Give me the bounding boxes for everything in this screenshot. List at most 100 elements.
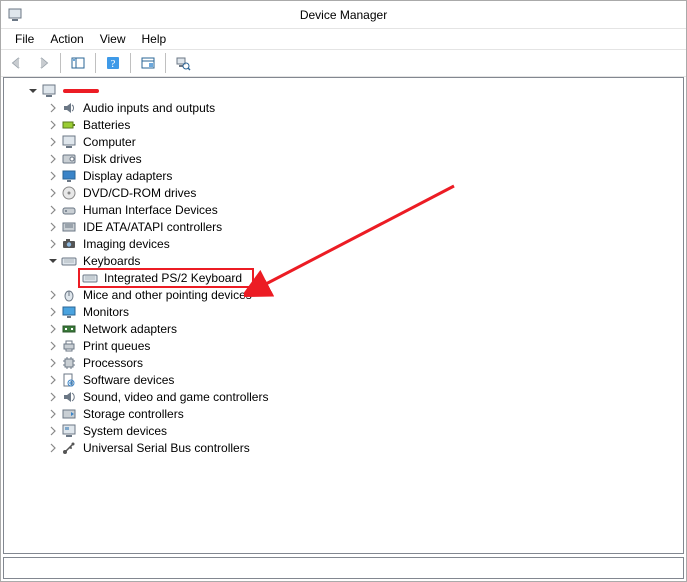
menu-view[interactable]: View [92,30,134,48]
tree-category-label: Sound, video and game controllers [81,389,270,405]
imaging-icon [61,236,77,252]
tree-category-batteries[interactable]: Batteries [8,116,683,133]
app-icon [7,7,23,23]
show-hide-console-tree-button[interactable] [66,52,90,74]
toolbar-divider [95,53,96,73]
tree-category-software[interactable]: Software devices [8,371,683,388]
monitors-icon [61,304,77,320]
tree-category-label: Computer [81,134,138,150]
tree-category-audio[interactable]: Audio inputs and outputs [8,99,683,116]
network-icon [61,321,77,337]
expand-icon[interactable] [46,220,60,234]
batteries-icon [61,117,77,133]
expand-icon[interactable] [46,390,60,404]
expand-icon[interactable] [46,339,60,353]
tree-category-label: Processors [81,355,145,371]
tree-category-hid[interactable]: Human Interface Devices [8,201,683,218]
toolbar-divider [60,53,61,73]
expand-icon[interactable] [46,407,60,421]
expand-icon[interactable] [46,118,60,132]
toolbar-divider [130,53,131,73]
tree-category-monitors[interactable]: Monitors [8,303,683,320]
dvd-icon [61,185,77,201]
tree-category-computer[interactable]: Computer [8,133,683,150]
redacted-computer-name [63,89,99,93]
keyboard-icon [82,270,98,286]
tree-category-usb[interactable]: Universal Serial Bus controllers [8,439,683,456]
tree-category-dvd[interactable]: DVD/CD-ROM drives [8,184,683,201]
tree-category-cpu[interactable]: Processors [8,354,683,371]
tree-category-imaging[interactable]: Imaging devices [8,235,683,252]
tree-category-keyboards[interactable]: Keyboards [8,252,683,269]
expand-icon[interactable] [46,356,60,370]
tree-category-label: Imaging devices [81,236,172,252]
expand-icon[interactable] [46,169,60,183]
tree-category-label: Batteries [81,117,132,133]
svg-text:?: ? [111,58,116,70]
tree-item-ps2kb[interactable]: Integrated PS/2 Keyboard [8,269,683,286]
tree-category-label: Storage controllers [81,406,186,422]
tree-category-label: DVD/CD-ROM drives [81,185,198,201]
tree-category-system[interactable]: System devices [8,422,683,439]
expand-icon[interactable] [46,203,60,217]
menubar: File Action View Help [1,29,686,49]
keyboards-icon [61,253,77,269]
tree-category-ide[interactable]: IDE ATA/ATAPI controllers [8,218,683,235]
menu-help[interactable]: Help [134,30,175,48]
help-button[interactable]: ? [101,52,125,74]
tree-category-network[interactable]: Network adapters [8,320,683,337]
expand-icon[interactable] [46,288,60,302]
print-icon [61,338,77,354]
menu-file[interactable]: File [7,30,42,48]
expand-icon[interactable] [46,152,60,166]
tree-category-sound[interactable]: Sound, video and game controllers [8,388,683,405]
statusbar [3,557,684,579]
tree-category-label: System devices [81,423,169,439]
disk-icon [61,151,77,167]
window-title: Device Manager [300,8,387,22]
expand-icon[interactable] [46,373,60,387]
tree-category-label: Display adapters [81,168,174,184]
expand-icon[interactable] [46,135,60,149]
expand-icon[interactable] [46,322,60,336]
tree-root[interactable] [8,82,683,99]
collapse-icon[interactable] [26,84,40,98]
device-tree: Audio inputs and outputsBatteriesCompute… [4,78,683,460]
tree-category-print[interactable]: Print queues [8,337,683,354]
properties-button[interactable] [136,52,160,74]
menu-action[interactable]: Action [42,30,91,48]
device-tree-panel[interactable]: Audio inputs and outputsBatteriesCompute… [3,77,684,554]
device-manager-window: Device Manager File Action View Help ? [0,0,687,582]
tree-category-disk[interactable]: Disk drives [8,150,683,167]
hid-icon [61,202,77,218]
display-icon [61,168,77,184]
toolbar-divider [165,53,166,73]
system-icon [61,423,77,439]
expand-icon[interactable] [46,237,60,251]
sound-icon [61,389,77,405]
collapse-icon[interactable] [46,254,60,268]
software-icon [61,372,77,388]
tree-item-label: Integrated PS/2 Keyboard [102,270,244,286]
expand-icon[interactable] [46,441,60,455]
expand-icon[interactable] [46,424,60,438]
usb-icon [61,440,77,456]
tree-category-display[interactable]: Display adapters [8,167,683,184]
scan-hardware-button[interactable] [171,52,195,74]
computer-icon [41,83,57,99]
tree-category-label: Print queues [81,338,152,354]
tree-category-storage[interactable]: Storage controllers [8,405,683,422]
expand-icon[interactable] [46,101,60,115]
tree-category-label: IDE ATA/ATAPI controllers [81,219,224,235]
back-button[interactable] [5,52,29,74]
forward-button[interactable] [31,52,55,74]
tree-category-label: Keyboards [81,253,142,269]
tree-category-label: Universal Serial Bus controllers [81,440,252,456]
expand-icon[interactable] [46,305,60,319]
mice-icon [61,287,77,303]
cpu-icon [61,355,77,371]
tree-category-mice[interactable]: Mice and other pointing devices [8,286,683,303]
audio-icon [61,100,77,116]
tree-category-label: Audio inputs and outputs [81,100,217,116]
expand-icon[interactable] [46,186,60,200]
